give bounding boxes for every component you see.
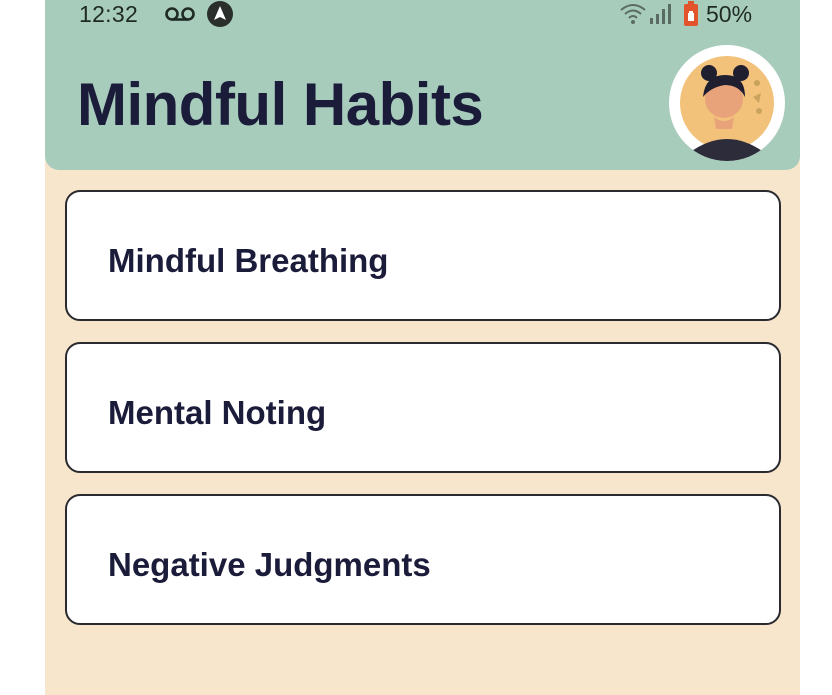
navigation-icon [206,0,234,33]
battery-percentage: 50% [706,1,753,27]
habit-card-label: Mental Noting [108,394,327,431]
user-avatar[interactable] [669,45,785,161]
status-time: 12:32 [79,1,139,27]
habit-list: Mindful Breathing Mental Noting Negative… [65,190,781,646]
wifi-icon [619,1,647,32]
app-header: 12:32 50% Mindful Habits [45,0,800,170]
habit-card-mindful-breathing[interactable]: Mindful Breathing [65,190,781,321]
habit-card-label: Mindful Breathing [108,242,389,279]
habit-card-negative-judgments[interactable]: Negative Judgments [65,494,781,625]
signal-icon [649,4,673,31]
voicemail-icon [165,5,195,28]
habit-card-label: Negative Judgments [108,546,431,583]
app-screen: 12:32 50% Mindful Habits Mindful Breathi… [45,0,800,695]
habit-card-mental-noting[interactable]: Mental Noting [65,342,781,473]
app-title: Mindful Habits [77,71,484,138]
battery-icon [683,1,699,32]
status-bar: 12:32 50% [45,0,800,34]
avatar-illustration [680,56,774,161]
